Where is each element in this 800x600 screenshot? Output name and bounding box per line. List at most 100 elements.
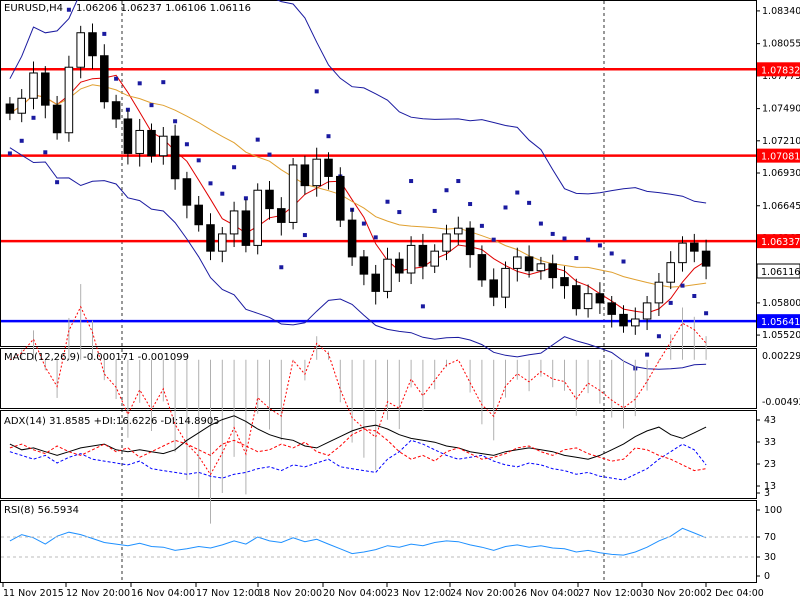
sar-dot-8 xyxy=(102,31,107,36)
candle-body-28 xyxy=(336,175,345,221)
sar-dot-27 xyxy=(326,134,331,139)
sar-dot-21 xyxy=(255,137,260,142)
sar-dot-46 xyxy=(550,231,555,236)
sar-dot-30 xyxy=(361,221,366,226)
candle-body-52 xyxy=(619,313,628,327)
candle-body-32 xyxy=(383,258,392,292)
rsi-title: RSI(8) 56.5934 xyxy=(4,505,79,516)
candle-body-30 xyxy=(359,256,369,275)
candle-body-35 xyxy=(418,244,428,267)
level-tag-label-2: 1.06337 xyxy=(761,237,800,248)
candle-body-53 xyxy=(631,318,640,327)
sar-dot-59 xyxy=(704,311,709,316)
adx-title: ADX(14) 31.8585 +DI:16.6226 -DI:14.8905 xyxy=(4,416,220,427)
sar-dot-11 xyxy=(137,81,142,86)
time-tick-label-11: 2 Dec 04:00 xyxy=(706,588,764,599)
candle-body-31 xyxy=(371,273,380,292)
sar-dot-44 xyxy=(527,200,532,205)
candle-body-49 xyxy=(583,293,593,310)
chart-symbol-header: EURUSD,H4 xyxy=(4,3,63,14)
level-tag-label-1: 1.07081 xyxy=(761,152,800,163)
candle-body-39 xyxy=(465,227,475,256)
candle-body-20 xyxy=(241,210,251,246)
sar-dot-17 xyxy=(208,181,213,186)
candle-body-43 xyxy=(513,256,522,269)
candle-body-54 xyxy=(642,302,652,320)
sar-dot-5 xyxy=(66,7,71,12)
candle-body-44 xyxy=(524,256,534,272)
candle-body-38 xyxy=(454,227,463,235)
level-tags: 1.07832 1.07081 1.06337 1.05641 xyxy=(757,62,800,329)
sar-dot-9 xyxy=(114,76,119,81)
sar-dot-36 xyxy=(432,208,437,213)
sar-dot-54 xyxy=(645,352,650,357)
price-axis: 1.083401.080551.077751.074901.072101.069… xyxy=(756,6,800,341)
macd-title: MACD(12,26,9) -0.000171 -0.001099 xyxy=(4,352,189,363)
time-tick-label-2: 16 Nov 04:00 xyxy=(131,588,195,599)
candle-body-12 xyxy=(147,129,156,157)
sar-dot-23 xyxy=(279,265,284,270)
candle-body-1 xyxy=(17,97,26,114)
sar-dot-25 xyxy=(302,233,307,238)
candle-body-4 xyxy=(52,104,62,134)
sar-dot-12 xyxy=(149,103,154,108)
price-tick-label-8: 1.05800 xyxy=(762,298,800,309)
time-tick-label-10: 30 Nov 20:00 xyxy=(642,588,706,599)
sar-dot-34 xyxy=(409,179,414,184)
sar-dot-41 xyxy=(491,237,496,242)
candle-body-36 xyxy=(430,250,439,267)
trading-chart[interactable]: 1.083401.080551.077751.074901.072101.069… xyxy=(0,0,800,600)
price-tick-label-0: 1.08340 xyxy=(762,6,800,17)
price-tick-label-3: 1.07490 xyxy=(762,104,800,115)
macd-tick-label-0: 0.002297 xyxy=(762,351,800,362)
sar-dot-58 xyxy=(692,293,697,298)
sar-dot-2 xyxy=(31,115,36,120)
sar-dot-45 xyxy=(538,221,543,226)
level-tag-label-0: 1.07832 xyxy=(761,65,800,76)
candle-body-33 xyxy=(395,258,404,274)
sar-dot-43 xyxy=(515,190,520,195)
price-panel[interactable] xyxy=(0,0,757,347)
rsi-tick-label-3: 0 xyxy=(764,571,770,582)
candle-body-59 xyxy=(701,250,711,267)
candle-body-46 xyxy=(548,263,557,279)
sar-dot-47 xyxy=(562,236,567,241)
candle-body-11 xyxy=(135,129,144,154)
sar-dot-55 xyxy=(656,334,661,339)
time-tick-label-3: 17 Nov 12:00 xyxy=(196,588,260,599)
candle-body-13 xyxy=(159,135,168,157)
candle-body-41 xyxy=(489,279,498,298)
candle-body-47 xyxy=(560,277,569,287)
time-tick-label-6: 23 Nov 12:00 xyxy=(387,588,451,599)
candle-body-15 xyxy=(182,178,192,206)
time-tick-label-0: 11 Nov 2015 xyxy=(3,588,64,599)
candle-body-16 xyxy=(194,204,203,226)
sar-dot-22 xyxy=(267,152,272,157)
sar-dot-56 xyxy=(668,300,673,305)
candle-body-7 xyxy=(88,32,97,57)
candle-body-40 xyxy=(477,254,487,281)
time-tick-label-5: 20 Nov 04:00 xyxy=(323,588,387,599)
candle-body-58 xyxy=(690,242,699,252)
candle-body-23 xyxy=(277,208,286,223)
sar-dot-39 xyxy=(468,202,473,207)
sar-dot-42 xyxy=(503,205,508,210)
sar-dot-57 xyxy=(680,283,685,288)
sar-dot-13 xyxy=(161,80,166,85)
time-tick-label-4: 18 Nov 20:00 xyxy=(258,588,322,599)
current-price-label: 1.06116 xyxy=(761,267,800,278)
candle-body-14 xyxy=(170,135,180,180)
candle-body-25 xyxy=(300,164,310,187)
sar-dot-18 xyxy=(220,191,225,196)
macd-tick-label-1: -0.004928 xyxy=(762,397,800,408)
price-tick-label-6: 1.06645 xyxy=(762,201,800,212)
time-axis: 11 Nov 2015 12 Nov 20:00 16 Nov 04:00 17 No… xyxy=(2,583,764,599)
candle-body-22 xyxy=(265,189,274,210)
candle-body-42 xyxy=(501,267,510,298)
rsi-panel[interactable] xyxy=(0,500,757,583)
adx-tick-label-1: 33 xyxy=(764,437,776,448)
sar-dot-31 xyxy=(373,235,378,240)
time-tick-label-9: 27 Nov 12:00 xyxy=(578,588,642,599)
rsi-tick-label-2: 30 xyxy=(764,552,776,563)
rsi-tick-label-0: 100 xyxy=(764,505,782,516)
